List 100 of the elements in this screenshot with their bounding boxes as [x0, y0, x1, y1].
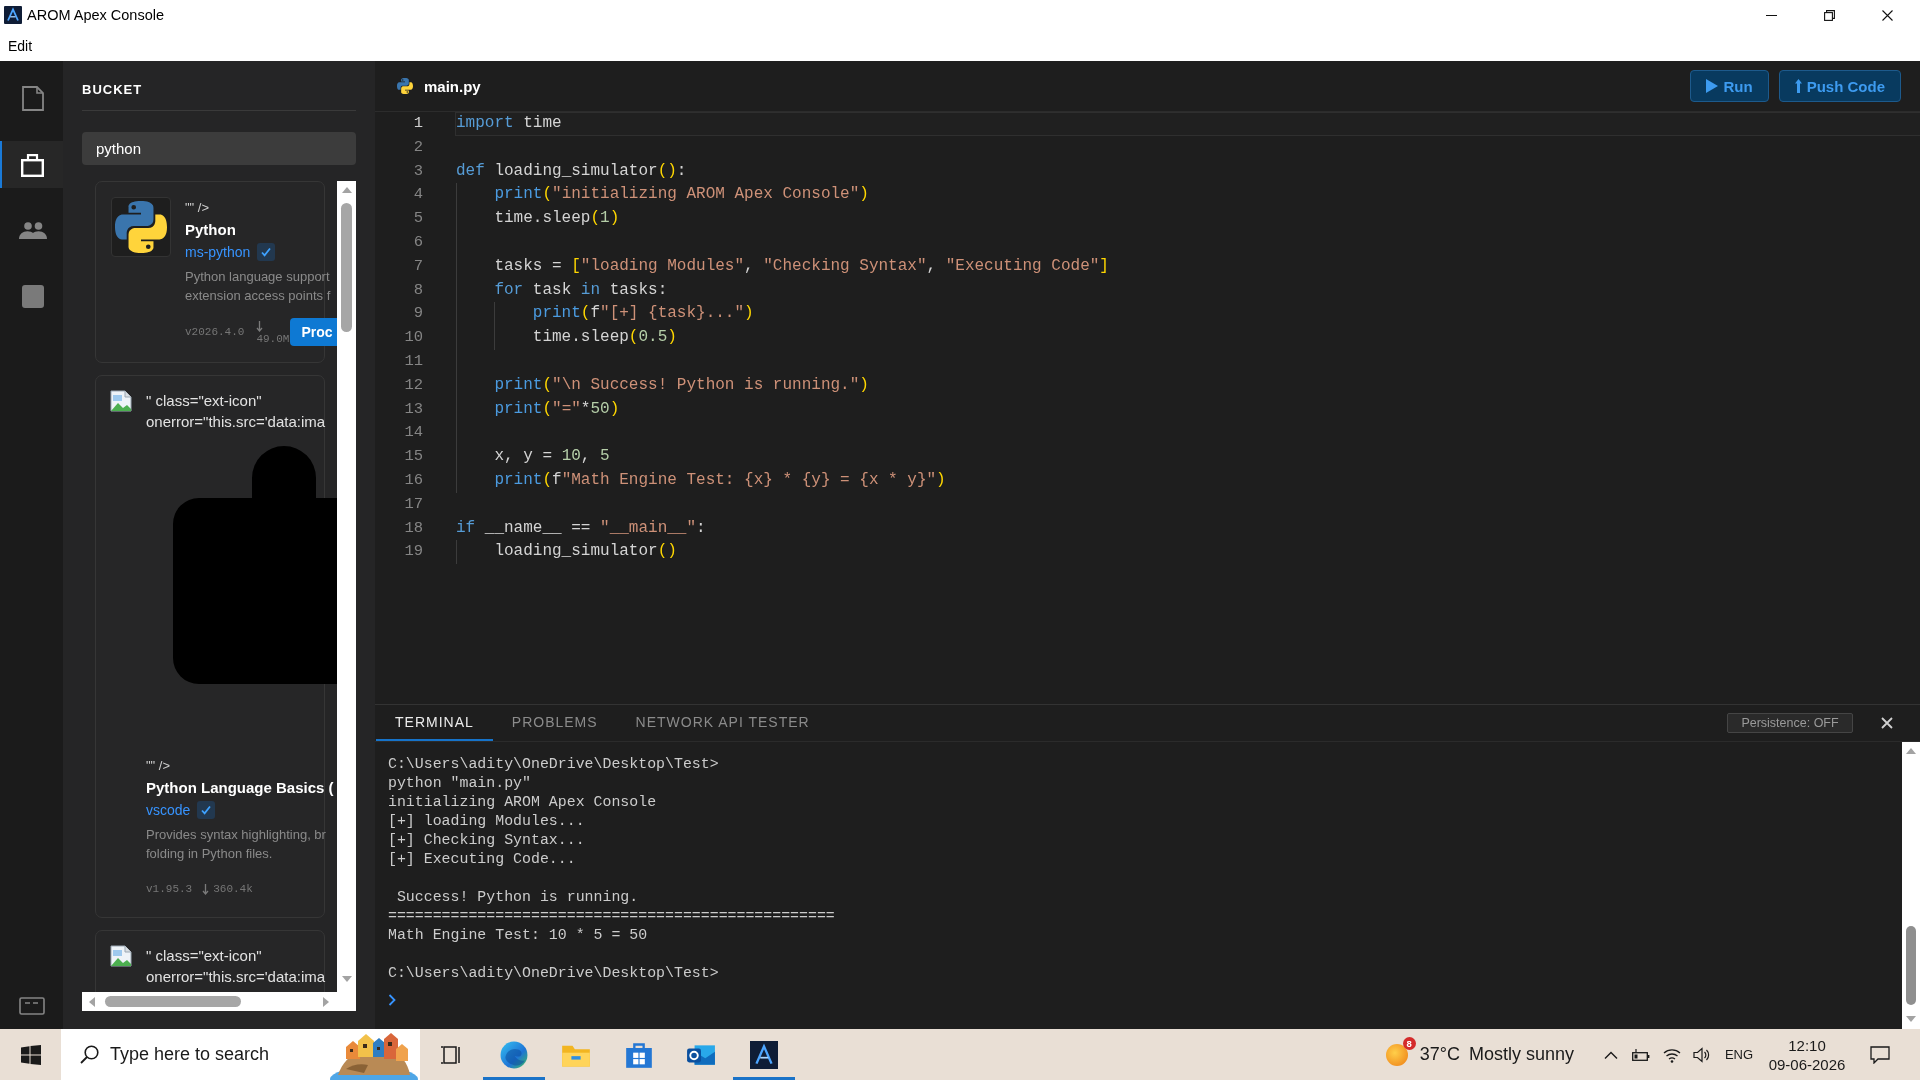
shopping-bag-icon	[21, 152, 44, 177]
minimize-icon[interactable]	[1765, 14, 1777, 16]
line-number: 3	[412, 160, 423, 182]
code-line: print("="*50)	[456, 398, 620, 422]
activity-tab[interactable]	[0, 141, 63, 188]
battery-icon[interactable]	[1632, 1048, 1650, 1061]
search-field[interactable]: python	[82, 132, 356, 165]
wifi-icon[interactable]	[1663, 1046, 1681, 1063]
clock-time[interactable]: 12:10	[1788, 1035, 1826, 1055]
start-icon[interactable]	[20, 1044, 41, 1065]
markup-text: "" />	[185, 199, 210, 217]
square-icon	[21, 285, 44, 308]
store-bag-icon	[623, 1040, 654, 1069]
sidebar-title: BUCKET	[82, 82, 143, 97]
line-number: 8	[412, 279, 423, 301]
version-text: v2026.4.0	[185, 326, 245, 338]
file-tab[interactable]: main.py	[397, 77, 481, 95]
menu-item[interactable]: Edit	[8, 37, 33, 54]
line-number: 4	[412, 184, 423, 206]
browser-icon	[498, 1040, 529, 1069]
language-indicator[interactable]: ENG	[1724, 1047, 1754, 1062]
scroll-down-icon[interactable]	[1906, 1016, 1916, 1022]
vertical-scrollbar[interactable]	[337, 181, 356, 992]
line-number: 18	[403, 517, 423, 539]
people-icon	[18, 222, 47, 239]
terminal-output: C:\Users\adity\OneDrive\Desktop\Test> python "main.py" initializing AROM Apex Console [+] loading Modules... [+] Checking Syntax... [+] Executing Code... Success! Python is running. ================================================== Math Engine Test: 10 * 5 = 50 C:\Users\adity\OneDrive\Desktop\Test>	[388, 755, 835, 983]
line-number: 6	[412, 232, 423, 253]
scroll-down-icon[interactable]	[341, 976, 352, 982]
play-icon	[1706, 79, 1719, 93]
prompt-chevron-icon	[388, 994, 396, 1006]
scroll-left-icon[interactable]	[89, 996, 95, 1007]
code-line: loading_simulator()	[456, 541, 677, 565]
code-line: print("\n Success! Python is running.")	[456, 374, 869, 398]
extension-name: Python Language Basics (	[146, 778, 334, 798]
code-line: import time	[456, 113, 562, 134]
line-number: 5	[412, 208, 423, 230]
line-number: 7	[412, 255, 423, 277]
code-line: for task in tasks:	[456, 279, 668, 303]
line-number: 14	[403, 422, 423, 444]
file-icon	[21, 86, 44, 111]
weather-badge: 8	[1402, 1036, 1416, 1050]
code-line: print(f"Math Engine Test: {x} * {y} = {x * y}")	[456, 469, 946, 493]
broken-image-icon	[110, 945, 132, 967]
vertical-scrollbar[interactable]	[1902, 742, 1920, 1029]
panel-icon[interactable]	[18, 997, 45, 1015]
line-number: 12	[403, 374, 423, 396]
extension-description: Python language support extension access points f	[185, 268, 331, 305]
extension-name: Python	[185, 220, 236, 240]
temperature-text: 37°C	[1419, 1044, 1460, 1065]
task-view-icon	[440, 1044, 463, 1065]
chevron-up-icon[interactable]	[1604, 1050, 1618, 1059]
code-line: x, y = 10, 5	[456, 446, 610, 469]
close-icon[interactable]	[1881, 9, 1893, 21]
volume-icon[interactable]	[1693, 1046, 1711, 1063]
line-number: 9	[412, 303, 423, 325]
scrollbar-thumb[interactable]	[1906, 926, 1916, 1005]
weather-condition: Mostly sunny	[1468, 1044, 1574, 1065]
code-line: print("initializing AROM Apex Console")	[456, 184, 869, 208]
scrollbar-thumb[interactable]	[341, 203, 352, 332]
push-button[interactable]: Push Code	[1778, 70, 1901, 102]
clock-date[interactable]: 09-06-2026	[1768, 1054, 1846, 1074]
scroll-up-icon[interactable]	[341, 187, 352, 193]
code-line: if __name__ == "__main__":	[456, 517, 706, 539]
image-alt-text: " class="ext-icon" onerror="this.src='data:ima	[146, 946, 326, 987]
scroll-right-icon[interactable]	[323, 996, 329, 1007]
window-title: AROM Apex Console	[27, 7, 164, 23]
extension-card[interactable]: " class="ext-icon" onerror="this.src='data:ima	[95, 930, 325, 992]
panel-tab[interactable]: NETWORK API TESTER	[616, 705, 829, 741]
panel-tab[interactable]: TERMINAL	[376, 705, 493, 741]
code-line: time.sleep(0.5)	[456, 327, 677, 350]
download-arrow-icon	[256, 321, 264, 332]
download-count: 49.0M	[256, 333, 290, 345]
scroll-up-icon[interactable]	[1906, 748, 1916, 754]
publisher-name: vscode	[146, 802, 191, 818]
image-alt-text: " class="ext-icon" onerror="this.src='data:ima	[146, 391, 326, 432]
notification-icon[interactable]	[1870, 1045, 1890, 1064]
line-number: 17	[403, 493, 423, 515]
persistence-toggle[interactable]: Persistence: OFF	[1727, 713, 1853, 733]
download-arrow-icon	[202, 883, 210, 895]
extension-description: Provides syntax highlighting, br folding in Python files.	[146, 826, 326, 863]
line-number: 10	[403, 327, 423, 349]
line-number: 19	[403, 541, 423, 563]
python-file-icon	[397, 78, 413, 94]
panel-tab[interactable]: PROBLEMS	[492, 705, 617, 741]
line-number: 1	[412, 113, 423, 134]
horizontal-scrollbar[interactable]	[82, 992, 337, 1011]
restore-icon[interactable]	[1823, 9, 1835, 21]
scrollbar-thumb[interactable]	[105, 996, 241, 1007]
action-button[interactable]: Proc	[290, 318, 337, 346]
line-number: 2	[412, 136, 423, 158]
broken-image-icon	[110, 390, 132, 412]
line-number: 15	[403, 446, 423, 468]
code-line: def loading_simulator():	[456, 160, 687, 182]
line-number: 13	[403, 398, 423, 420]
search-icon	[80, 1045, 99, 1064]
python-logo-icon	[111, 197, 171, 257]
upload-arrow-icon	[1794, 79, 1802, 93]
publisher-name: ms-python	[185, 244, 251, 260]
run-button[interactable]: Run	[1690, 70, 1769, 102]
app-logo-icon	[748, 1040, 779, 1069]
